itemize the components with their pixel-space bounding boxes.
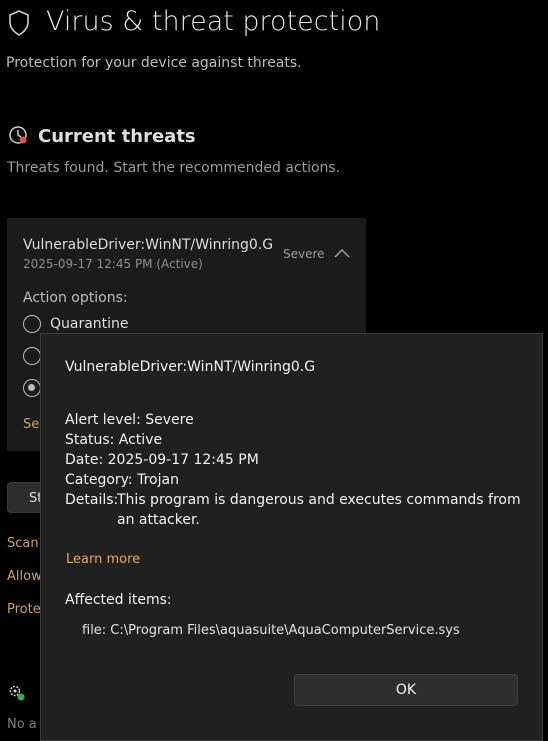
date-label: Date:	[65, 452, 104, 468]
status-label: Status:	[65, 432, 115, 448]
alert-level-row: Alert level: Severe	[65, 410, 194, 430]
category-row: Category: Trojan	[65, 470, 179, 490]
gear-icon	[9, 685, 25, 701]
radio-quarantine-label: Quarantine	[50, 316, 129, 332]
allow-link[interactable]: Allow	[7, 569, 42, 584]
category-label: Category:	[65, 472, 133, 488]
no-actions-text: No a	[7, 717, 37, 732]
date-row: Date: 2025-09-17 12:45 PM	[65, 450, 259, 470]
radio-option-3[interactable]	[23, 379, 41, 397]
section-subtitle: Threats found. Start the recommended act…	[7, 160, 341, 176]
learn-more-link[interactable]: Learn more	[66, 552, 140, 567]
threat-name: VulnerableDriver:WinNT/Winring0.G	[23, 237, 274, 253]
status-value: Active	[118, 432, 163, 448]
category-value: Trojan	[137, 472, 179, 488]
affected-items-label: Affected items:	[65, 592, 172, 608]
threat-date: 2025-09-17 12:45 PM (Active)	[23, 257, 203, 271]
shield-icon	[9, 10, 29, 36]
action-options-label: Action options:	[23, 290, 128, 306]
ok-button[interactable]: OK	[294, 674, 518, 706]
protection-history-link[interactable]: Prote	[7, 602, 41, 617]
page-subtitle: Protection for your device against threa…	[6, 55, 302, 71]
affected-item: file: C:\Program Files\aquasuite\AquaCom…	[82, 623, 460, 638]
alert-level-label: Alert level:	[65, 412, 141, 428]
severity-label: Severe	[283, 247, 325, 261]
status-row: Status: Active	[65, 430, 162, 450]
radio-quarantine[interactable]	[23, 315, 41, 333]
page-title: Virus & threat protection	[46, 6, 381, 37]
scan-link[interactable]: Scan	[7, 536, 39, 551]
details-label: Details:	[65, 492, 119, 508]
history-alert-icon	[9, 126, 27, 144]
radio-option-2[interactable]	[23, 347, 41, 365]
chevron-up-icon[interactable]	[334, 248, 350, 258]
details-value: This program is dangerous and executes c…	[117, 492, 521, 528]
alert-level-value: Severe	[145, 412, 194, 428]
section-title: Current threats	[38, 126, 196, 147]
date-value: 2025-09-17 12:45 PM	[107, 452, 259, 468]
dialog-threat-name: VulnerableDriver:WinNT/Winring0.G	[65, 359, 316, 375]
